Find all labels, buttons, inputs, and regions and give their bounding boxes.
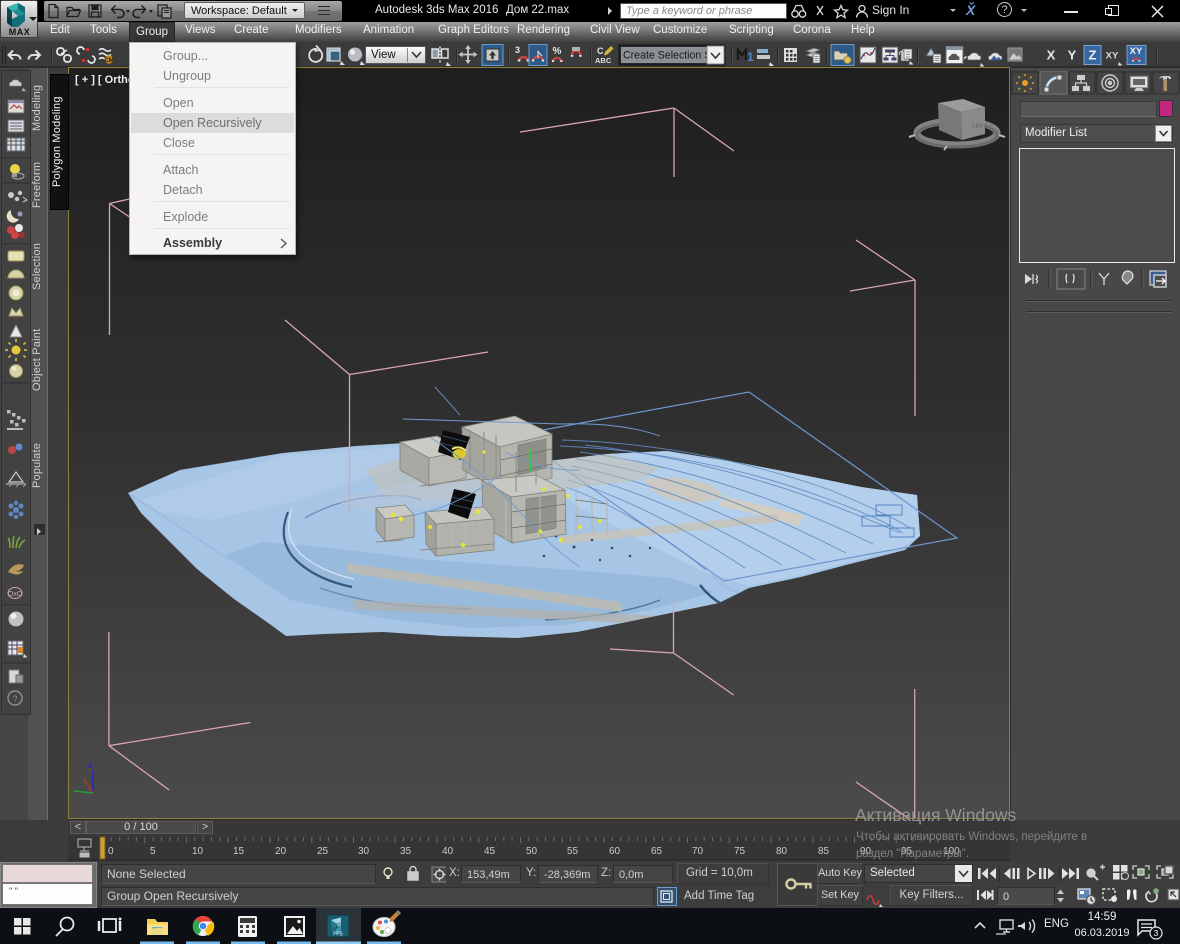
svg-text:35: 35 — [400, 846, 412, 857]
svg-text:?: ? — [12, 694, 17, 704]
svg-text:10: 10 — [192, 846, 204, 857]
svg-text:FFS: FFS — [333, 932, 343, 938]
svg-text:25: 25 — [317, 846, 329, 857]
svg-text:X: X — [1047, 48, 1056, 63]
svg-text:60: 60 — [609, 846, 621, 857]
svg-text:55: 55 — [567, 846, 579, 857]
svg-text:z: z — [88, 760, 93, 770]
svg-text:65: 65 — [651, 846, 663, 857]
svg-text:70: 70 — [692, 846, 704, 857]
svg-text:Z: Z — [1089, 48, 1097, 63]
svg-text:85: 85 — [818, 846, 830, 857]
svg-text:15: 15 — [233, 846, 245, 857]
svg-text:OxO: OxO — [8, 591, 23, 598]
svg-text:45: 45 — [484, 846, 496, 857]
svg-text:75: 75 — [734, 846, 746, 857]
svg-text:C: C — [597, 46, 604, 56]
svg-text:20: 20 — [275, 846, 287, 857]
svg-text:XY: XY — [1106, 51, 1119, 62]
svg-text:%: % — [553, 46, 562, 57]
svg-text:ABC: ABC — [595, 56, 612, 65]
svg-text:3: 3 — [1154, 928, 1159, 938]
svg-text:XY: XY — [1130, 46, 1143, 57]
svg-text:50: 50 — [526, 846, 538, 857]
svg-text:1: 1 — [747, 50, 754, 64]
svg-text:5: 5 — [150, 846, 156, 857]
svg-text:0: 0 — [108, 846, 114, 857]
svg-text:40: 40 — [442, 846, 454, 857]
svg-text:Y: Y — [1068, 48, 1077, 63]
svg-text:80: 80 — [776, 846, 788, 857]
svg-text:CM: CM — [104, 58, 113, 64]
svg-text:30: 30 — [358, 846, 370, 857]
svg-text:Create Selection Se: Create Selection Se — [623, 50, 717, 62]
svg-text:3: 3 — [515, 45, 520, 55]
